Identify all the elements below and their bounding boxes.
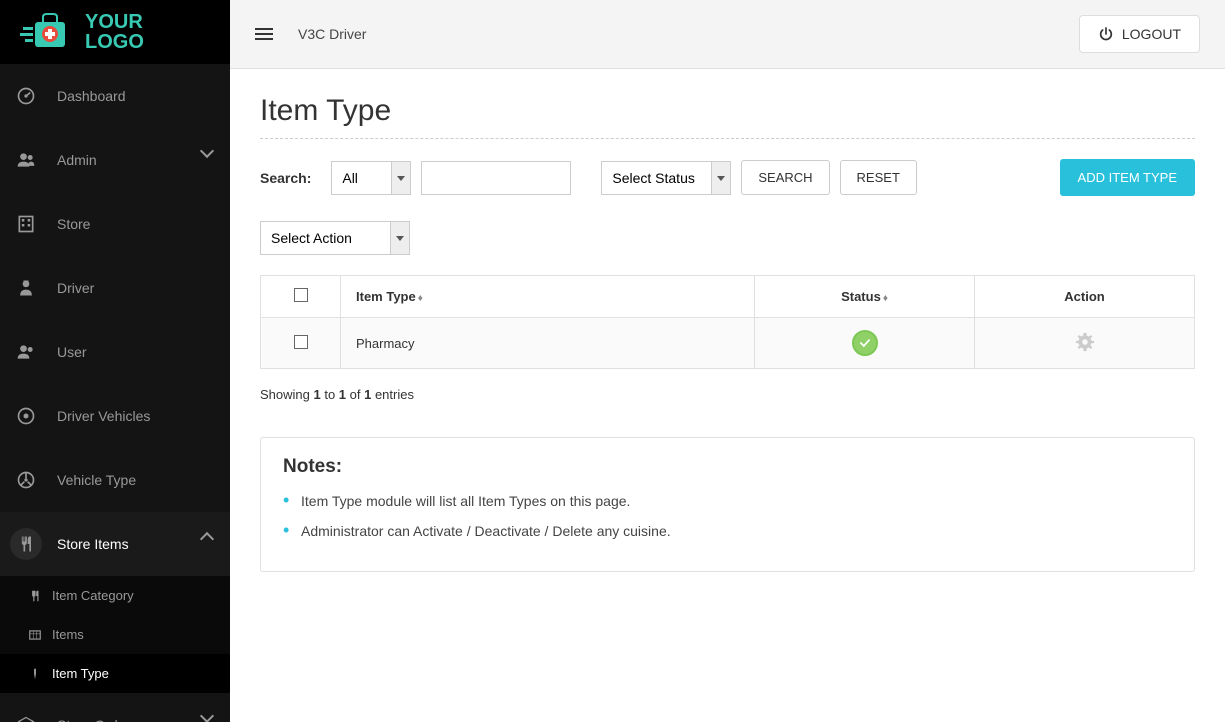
cell-item-type: Pharmacy — [341, 318, 755, 369]
knife-icon — [28, 667, 42, 681]
page-title: Item Type — [260, 94, 1195, 128]
driver-icon — [10, 272, 42, 304]
sidebar-item-label: Vehicle Type — [57, 472, 136, 488]
sidebar-subitem-label: Items — [52, 627, 84, 642]
status-active-icon[interactable] — [852, 330, 878, 356]
sort-icon: ♦ — [883, 293, 888, 304]
menu-toggle-icon[interactable] — [255, 25, 273, 43]
building-icon — [10, 208, 42, 240]
notes-box: Notes: Item Type module will list all It… — [260, 437, 1195, 572]
select-all-checkbox[interactable] — [294, 288, 308, 302]
sidebar-item-vehicle-type[interactable]: Vehicle Type — [0, 448, 230, 512]
sidebar-item-store-items[interactable]: Store Items — [0, 512, 230, 576]
table-row: Pharmacy — [261, 318, 1195, 369]
sidebar-item-dashboard[interactable]: Dashboard — [0, 64, 230, 128]
grid-icon — [28, 628, 42, 642]
status-select[interactable]: Select Status — [601, 161, 731, 195]
sidebar-item-label: Store Items — [57, 536, 129, 552]
logo-area[interactable]: YOUR LOGO — [0, 0, 230, 64]
sidebar-item-label: Dashboard — [57, 88, 126, 104]
breadcrumb: V3C Driver — [298, 26, 366, 42]
steering-wheel-icon — [10, 464, 42, 496]
users-icon — [10, 144, 42, 176]
power-icon — [1098, 26, 1114, 42]
topbar: V3C Driver LOGOUT — [230, 0, 1225, 69]
logo-text: YOUR LOGO — [85, 12, 144, 52]
search-input[interactable] — [421, 161, 571, 195]
sidebar-subitem-items[interactable]: Items — [0, 615, 230, 654]
item-type-table: Item Type♦ Status♦ Action Pharmacy — [260, 275, 1195, 369]
reset-button[interactable]: RESET — [840, 160, 917, 195]
sidebar-item-store[interactable]: Store — [0, 192, 230, 256]
sidebar-item-driver[interactable]: Driver — [0, 256, 230, 320]
package-icon — [10, 709, 42, 722]
col-item-type[interactable]: Item Type♦ — [341, 276, 755, 318]
note-item: Administrator can Activate / Deactivate … — [283, 523, 1172, 539]
sidebar-item-label: Store Orders — [57, 717, 137, 722]
sidebar-subitem-label: Item Type — [52, 666, 109, 681]
filter-field-select[interactable]: All — [331, 161, 411, 195]
target-icon — [10, 400, 42, 432]
col-status[interactable]: Status♦ — [755, 276, 975, 318]
dashboard-icon — [10, 80, 42, 112]
col-action: Action — [975, 276, 1195, 318]
sidebar-item-label: User — [57, 344, 87, 360]
note-item: Item Type module will list all Item Type… — [283, 493, 1172, 509]
sidebar-item-label: Admin — [57, 152, 97, 168]
sidebar-item-label: Driver — [57, 280, 94, 296]
sidebar-item-user[interactable]: User — [0, 320, 230, 384]
logo-icon — [15, 12, 75, 52]
sidebar-subitem-item-category[interactable]: Item Category — [0, 576, 230, 615]
bulk-action-select[interactable]: Select Action — [260, 221, 410, 255]
sidebar: YOUR LOGO Dashboard Admin Store Driver U… — [0, 0, 230, 722]
sidebar-item-label: Driver Vehicles — [57, 408, 150, 424]
search-label: Search: — [260, 170, 311, 186]
search-row: Search: All Select Status SEARCH RESET A… — [260, 159, 1195, 196]
row-checkbox[interactable] — [294, 335, 308, 349]
logout-button[interactable]: LOGOUT — [1079, 15, 1200, 53]
utensils-icon — [10, 528, 42, 560]
sort-icon: ♦ — [418, 293, 423, 304]
search-button[interactable]: SEARCH — [741, 160, 829, 195]
divider — [260, 138, 1195, 139]
add-item-type-button[interactable]: ADD ITEM TYPE — [1060, 159, 1195, 196]
sidebar-subitem-label: Item Category — [52, 588, 134, 603]
sidebar-item-store-orders[interactable]: Store Orders — [0, 693, 230, 722]
sidebar-item-label: Store — [57, 216, 90, 232]
sidebar-subitem-item-type[interactable]: Item Type — [0, 654, 230, 693]
main-content: V3C Driver LOGOUT Item Type Search: All … — [230, 0, 1225, 722]
notes-title: Notes: — [283, 456, 1172, 478]
utensils-small-icon — [28, 589, 42, 603]
gear-icon[interactable] — [1074, 331, 1096, 353]
pagination-info: Showing 1 to 1 of 1 entries — [260, 387, 1195, 402]
users-group-icon — [10, 336, 42, 368]
sidebar-item-admin[interactable]: Admin — [0, 128, 230, 192]
sidebar-item-driver-vehicles[interactable]: Driver Vehicles — [0, 384, 230, 448]
